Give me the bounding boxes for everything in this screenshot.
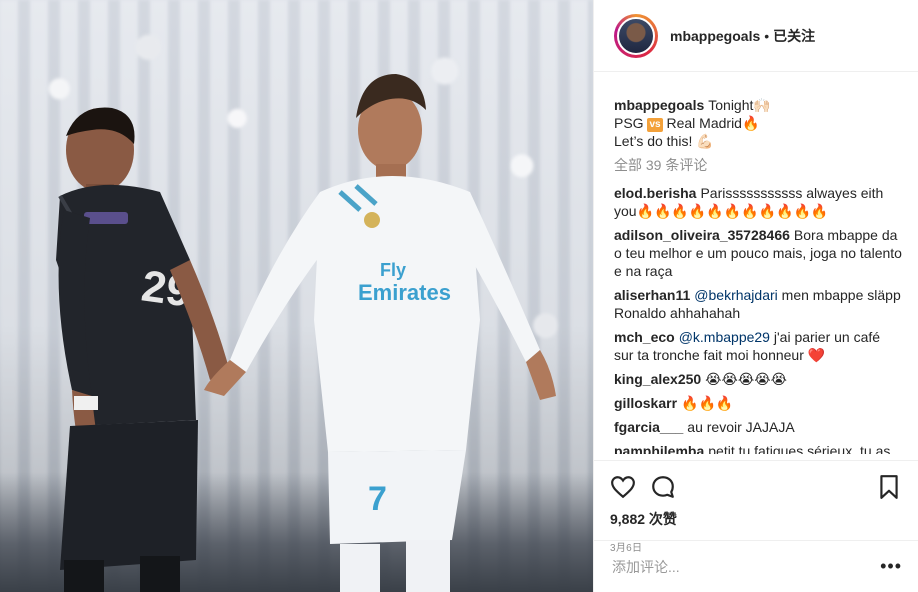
comment-mention[interactable]: @k.mbappe29 (679, 329, 770, 345)
comment-input[interactable] (610, 557, 881, 576)
add-comment-bar: ••• (594, 540, 918, 592)
instagram-post: 29 Fly Emirates 7 mbappegoals • 已关注 mbap… (0, 0, 918, 592)
comment-username[interactable]: pamphilemba (614, 443, 704, 454)
comment-item: aliserhan11 @bekrhajdari men mbappe släpp… (614, 286, 902, 322)
post-header: mbappegoals • 已关注 (594, 0, 918, 72)
comment-text: petit tu fatigues sérieux, tu as (708, 443, 891, 454)
avatar-story-ring[interactable] (614, 13, 658, 58)
comment-mention[interactable]: @bekrhajdari (694, 287, 777, 303)
svg-text:Emirates: Emirates (358, 280, 451, 305)
bookmark-icon[interactable] (876, 474, 902, 500)
comment-icon[interactable] (650, 474, 676, 500)
post-side-panel: mbappegoals • 已关注 mbappegoals Tonight🙌🏻 P… (593, 0, 918, 592)
comment-text: 😭😭😭😭😭 (705, 371, 787, 387)
avatar[interactable] (617, 16, 655, 55)
caption-username[interactable]: mbappegoals (614, 97, 704, 113)
comment-username[interactable]: king_alex250 (614, 371, 701, 387)
comments-area[interactable]: mbappegoals Tonight🙌🏻 PSG vs Real Madrid🔥… (594, 72, 918, 460)
comment-item: mch_eco @k.mbappe29 j'ai parier un café s… (614, 328, 902, 364)
comment-username[interactable]: elod.berisha (614, 185, 696, 201)
header-separator-dot: • (764, 27, 770, 44)
post-actions: 9,882 次赞 3月6日 ••• (594, 460, 918, 592)
comment-username[interactable]: fgarcia___ (614, 419, 683, 435)
heart-icon[interactable] (610, 474, 636, 500)
caption-line2-b: Real Madrid🔥 (662, 115, 760, 131)
comment-item: gilloskarr 🔥🔥🔥 (614, 394, 902, 412)
player-white-kit: Fly Emirates 7 (204, 74, 556, 592)
caption-line2-a: PSG (614, 115, 648, 131)
caption-line3: Let’s do this! 💪🏻 (614, 133, 714, 149)
view-all-comments-link[interactable]: 全部 39 条评论 (614, 156, 902, 174)
post-photo[interactable]: 29 Fly Emirates 7 (0, 0, 593, 592)
comment-text: au revoir JAJAJA (687, 419, 795, 435)
more-options-icon[interactable]: ••• (880, 556, 902, 577)
comment-username[interactable]: mch_eco (614, 329, 675, 345)
comment-text: 🔥🔥🔥 (681, 395, 734, 411)
comment-username[interactable]: adilson_oliveira_35728466 (614, 227, 790, 243)
header-username[interactable]: mbappegoals (670, 28, 760, 44)
like-count[interactable]: 9,882 次赞 (610, 509, 902, 529)
follow-status-button[interactable]: 已关注 (773, 26, 815, 46)
comment-item: adilson_oliveira_35728466 Bora mbappe da … (614, 226, 902, 280)
post-caption: mbappegoals Tonight🙌🏻 PSG vs Real Madrid🔥… (614, 96, 902, 150)
comment-item: elod.berisha Parisssssssssss alwayes eith… (614, 184, 902, 220)
comment-username[interactable]: gilloskarr (614, 395, 677, 411)
vs-badge: vs (647, 118, 663, 132)
action-icons-row (610, 471, 902, 503)
svg-text:7: 7 (368, 480, 387, 518)
svg-text:Fly: Fly (380, 260, 406, 280)
comment-item: pamphilemba petit tu fatigues sérieux, tu… (614, 442, 902, 454)
caption-line1: Tonight🙌🏻 (708, 97, 771, 113)
comment-username[interactable]: aliserhan11 (614, 287, 690, 303)
comment-item: king_alex250 😭😭😭😭😭 (614, 370, 902, 388)
comment-item: fgarcia___ au revoir JAJAJA (614, 418, 902, 436)
